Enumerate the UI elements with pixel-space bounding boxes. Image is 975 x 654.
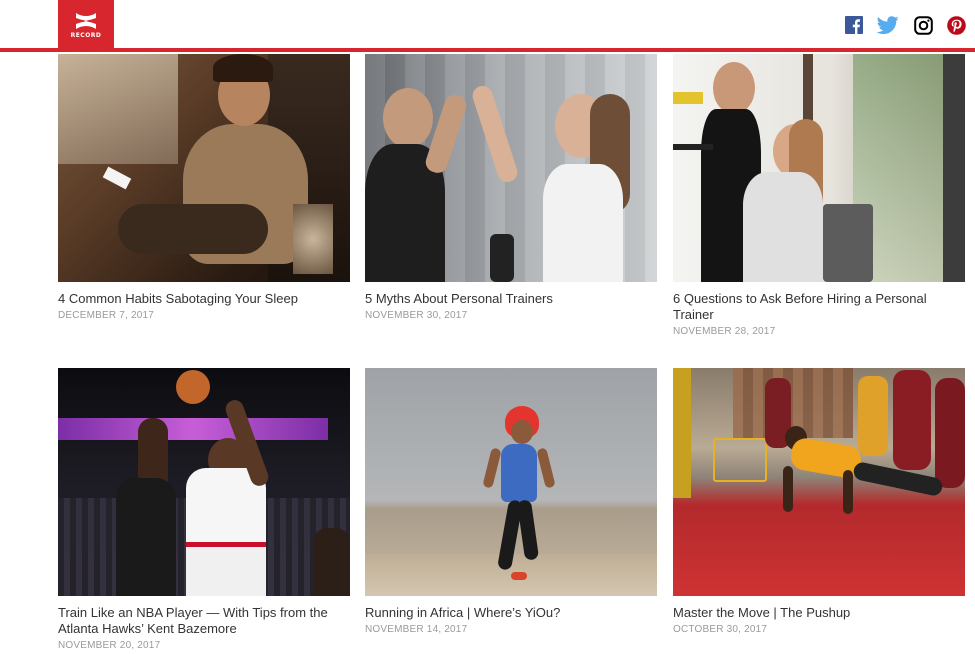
article-date: NOVEMBER 20, 2017: [58, 640, 161, 651]
article-card[interactable]: Master the Move | The Pushup OCTOBER 30,…: [673, 368, 965, 635]
top-navigation-bar: [0, 0, 975, 48]
under-armour-icon: [76, 12, 96, 29]
article-date: NOVEMBER 14, 2017: [365, 624, 468, 635]
article-date: OCTOBER 30, 2017: [673, 624, 768, 635]
article-date: DECEMBER 7, 2017: [58, 310, 155, 321]
twitter-icon[interactable]: [877, 14, 899, 36]
article-title[interactable]: Master the Move | The Pushup: [673, 605, 965, 621]
article-image-trainers[interactable]: [365, 54, 657, 282]
article-date: NOVEMBER 28, 2017: [673, 326, 776, 337]
logo-word: RECORD: [70, 31, 102, 39]
article-card[interactable]: Running in Africa | Where’s YiOu? NOVEMB…: [365, 368, 657, 635]
article-title[interactable]: 5 Myths About Personal Trainers: [365, 291, 657, 307]
article-title[interactable]: Running in Africa | Where’s YiOu?: [365, 605, 657, 621]
article-title[interactable]: 6 Questions to Ask Before Hiring a Perso…: [673, 291, 965, 323]
article-image-sleep[interactable]: [58, 54, 350, 282]
article-image-questions[interactable]: [673, 54, 965, 282]
pinterest-icon[interactable]: [946, 14, 966, 36]
article-title[interactable]: Train Like an NBA Player — With Tips fro…: [58, 605, 350, 637]
under-armour-record-logo[interactable]: RECORD: [58, 0, 114, 50]
article-date: NOVEMBER 30, 2017: [365, 310, 468, 321]
article-image-nba[interactable]: [58, 368, 350, 596]
article-card[interactable]: 5 Myths About Personal Trainers NOVEMBER…: [365, 54, 657, 321]
instagram-icon[interactable]: [913, 14, 933, 36]
article-card[interactable]: Train Like an NBA Player — With Tips fro…: [58, 368, 350, 651]
article-image-africa[interactable]: [365, 368, 657, 596]
header-divider: [0, 48, 975, 52]
article-title[interactable]: 4 Common Habits Sabotaging Your Sleep: [58, 291, 350, 307]
facebook-icon[interactable]: [845, 14, 863, 36]
article-card[interactable]: 4 Common Habits Sabotaging Your Sleep DE…: [58, 54, 350, 321]
article-image-pushup[interactable]: [673, 368, 965, 596]
article-card[interactable]: 6 Questions to Ask Before Hiring a Perso…: [673, 54, 965, 337]
